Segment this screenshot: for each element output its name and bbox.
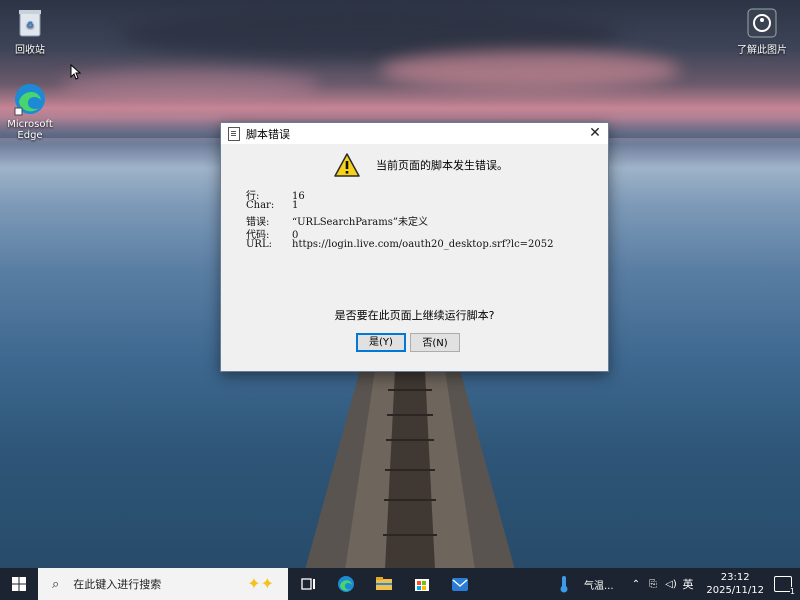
svg-text:♻: ♻ — [26, 21, 34, 31]
detail-key: URL: — [246, 239, 272, 250]
weather-text: 气温... — [584, 580, 614, 592]
taskbar: ⌕ 在此键入进行搜索 ✦✦ 气温... ⌃ ⎘ ◁) 英 23:12 2025/… — [0, 568, 800, 600]
thermometer-icon — [560, 576, 568, 593]
search-icon: ⌕ — [52, 576, 60, 592]
no-button[interactable]: 否(N) — [410, 333, 460, 352]
taskbar-search-box[interactable]: ⌕ 在此键入进行搜索 ✦✦ — [38, 568, 288, 600]
detail-row-url: URL: https://login.live.com/oauth20_deskt… — [246, 239, 554, 250]
task-view-icon[interactable] — [298, 574, 318, 594]
continue-question: 是否要在此页面上继续运行脚本? — [334, 309, 495, 322]
warning-icon — [334, 153, 360, 177]
notification-count: 1 — [789, 587, 795, 596]
file-explorer-icon[interactable] — [374, 574, 394, 594]
sky-cloud — [380, 50, 680, 90]
error-headline: 当前页面的脚本发生错误。 — [334, 153, 508, 177]
desktop-icon-recycle-bin[interactable]: ♻ 回收站 — [0, 6, 60, 56]
recycle-bin-label: 回收站 — [15, 45, 45, 56]
clock-time: 23:12 — [720, 572, 750, 583]
start-button[interactable] — [0, 568, 38, 600]
store-icon[interactable] — [412, 574, 432, 594]
clock[interactable]: 23:12 2025/11/12 — [706, 571, 764, 597]
close-button[interactable]: ✕ — [582, 123, 608, 144]
document-icon — [228, 126, 240, 141]
detail-value: 1 — [292, 200, 299, 211]
sky-cloud — [60, 70, 320, 100]
weather-widget[interactable]: 气温... — [558, 568, 614, 600]
camera-info-icon — [747, 8, 777, 38]
system-tray: ⌃ ⎘ ◁) 英 — [628, 568, 696, 600]
notification-button[interactable]: 1 — [774, 576, 795, 596]
search-placeholder: 在此键入进行搜索 — [73, 578, 162, 591]
network-icon[interactable]: ⎘ — [644, 579, 662, 590]
dialog-title: 脚本错误 — [246, 127, 290, 141]
ime-indicator[interactable]: 英 — [680, 576, 696, 592]
recycle-bin-icon: ♻ — [19, 10, 41, 37]
chevron-up-icon[interactable]: ⌃ — [628, 579, 644, 590]
learn-picture-label: 了解此图片 — [737, 45, 787, 56]
detail-key: Char: — [246, 200, 275, 211]
dialog-titlebar[interactable]: 脚本错误 ✕ — [221, 123, 608, 144]
detail-value: https://login.live.com/oauth20_desktop.s… — [292, 239, 554, 250]
wooden-pier — [305, 370, 515, 570]
taskbar-edge-icon[interactable] — [336, 574, 356, 594]
clock-date: 2025/11/12 — [706, 585, 764, 596]
edge-label: Microsoft Edge — [7, 119, 53, 141]
windows-logo-icon — [12, 577, 26, 591]
headline-text: 当前页面的脚本发生错误。 — [376, 159, 508, 172]
search-highlight-icon: ✦✦ — [247, 574, 274, 593]
desktop-icon-learn-about-picture[interactable]: 了解此图片 — [732, 8, 792, 56]
mouse-cursor-icon — [70, 64, 82, 80]
mail-icon[interactable] — [450, 574, 470, 594]
detail-row-char: Char: 1 — [246, 200, 298, 211]
edge-icon — [14, 84, 45, 116]
desktop-icon-edge[interactable]: Microsoft Edge — [0, 82, 60, 141]
detail-value: “URLSearchParams”未定义 — [292, 217, 428, 228]
script-error-dialog: 脚本错误 ✕ 当前页面的脚本发生错误。 行: 16 Char: 1 错误: “URLS… — [220, 122, 609, 372]
volume-icon[interactable]: ◁) — [662, 579, 680, 590]
yes-button[interactable]: 是(Y) — [356, 333, 406, 352]
